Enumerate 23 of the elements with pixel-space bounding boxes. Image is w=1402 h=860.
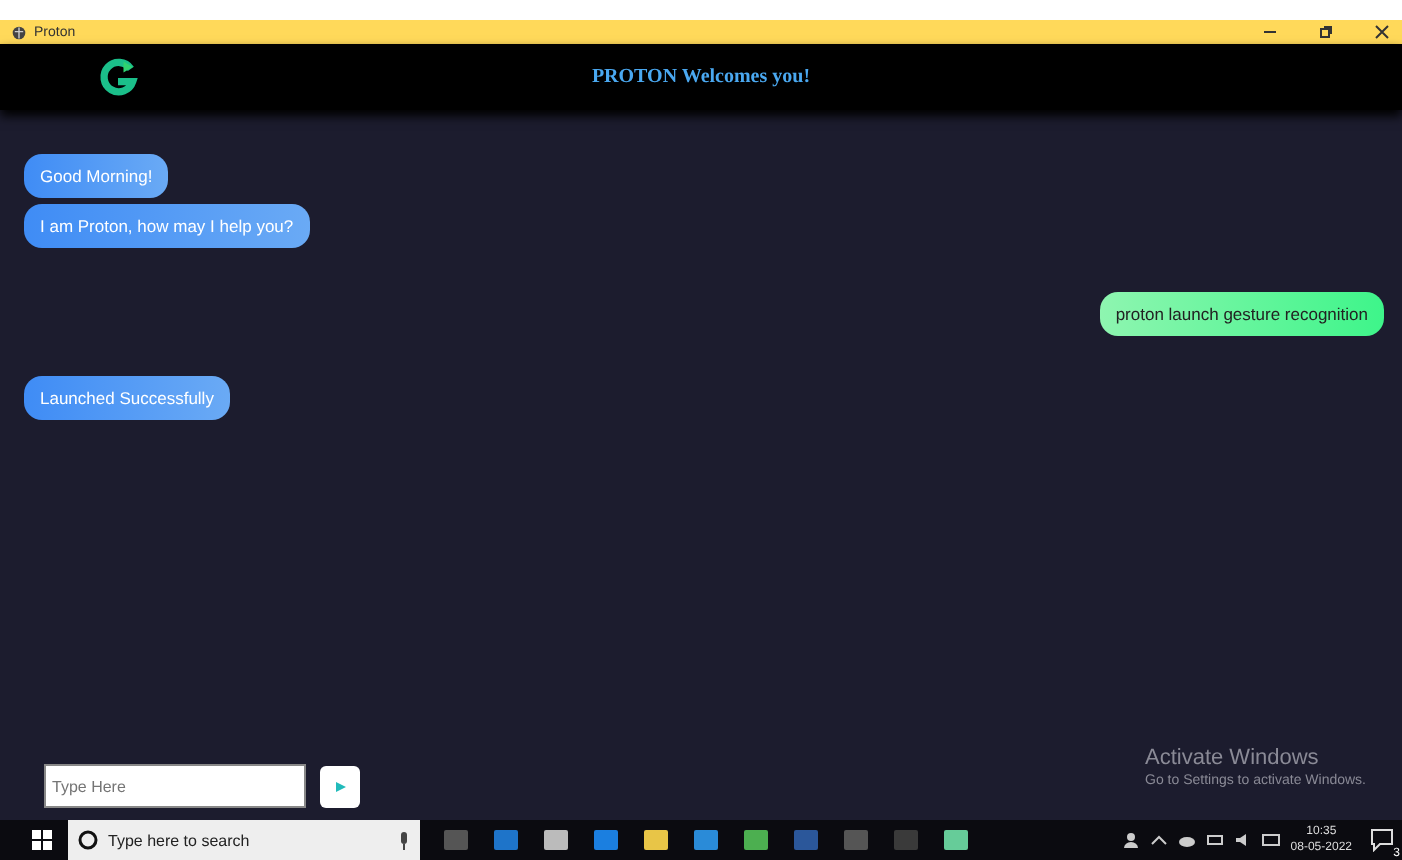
globe-icon (12, 25, 26, 39)
send-button[interactable] (320, 765, 360, 807)
cloud-icon[interactable] (1178, 832, 1197, 848)
restore-icon[interactable] (1318, 24, 1334, 40)
header-title: PROTON Welcomes you! (589, 66, 813, 88)
play-icon (335, 781, 345, 791)
person-icon[interactable] (1122, 832, 1141, 848)
activation-title: Activate Windows (1145, 746, 1321, 770)
microphone-icon[interactable] (398, 831, 410, 849)
windows-start-icon[interactable] (32, 830, 52, 850)
keyboard-icon[interactable] (1262, 832, 1281, 848)
logo-icon (96, 55, 140, 99)
bot-message: Good Morning! (24, 154, 169, 198)
user-message: proton launch gesture recognition (1099, 292, 1384, 336)
battery-icon[interactable] (1206, 832, 1225, 848)
search-placeholder: Type here to search (108, 831, 250, 849)
message-input[interactable]: Type Here (44, 764, 306, 808)
bot-message: Launched Successfully (24, 376, 230, 420)
chevron-up-icon[interactable] (1150, 832, 1169, 848)
taskbar-search-field[interactable]: Type here to search (68, 820, 420, 860)
close-icon[interactable] (1374, 24, 1390, 40)
bot-message: I am Proton, how may I help you? (24, 204, 310, 248)
circle-icon (78, 830, 98, 850)
